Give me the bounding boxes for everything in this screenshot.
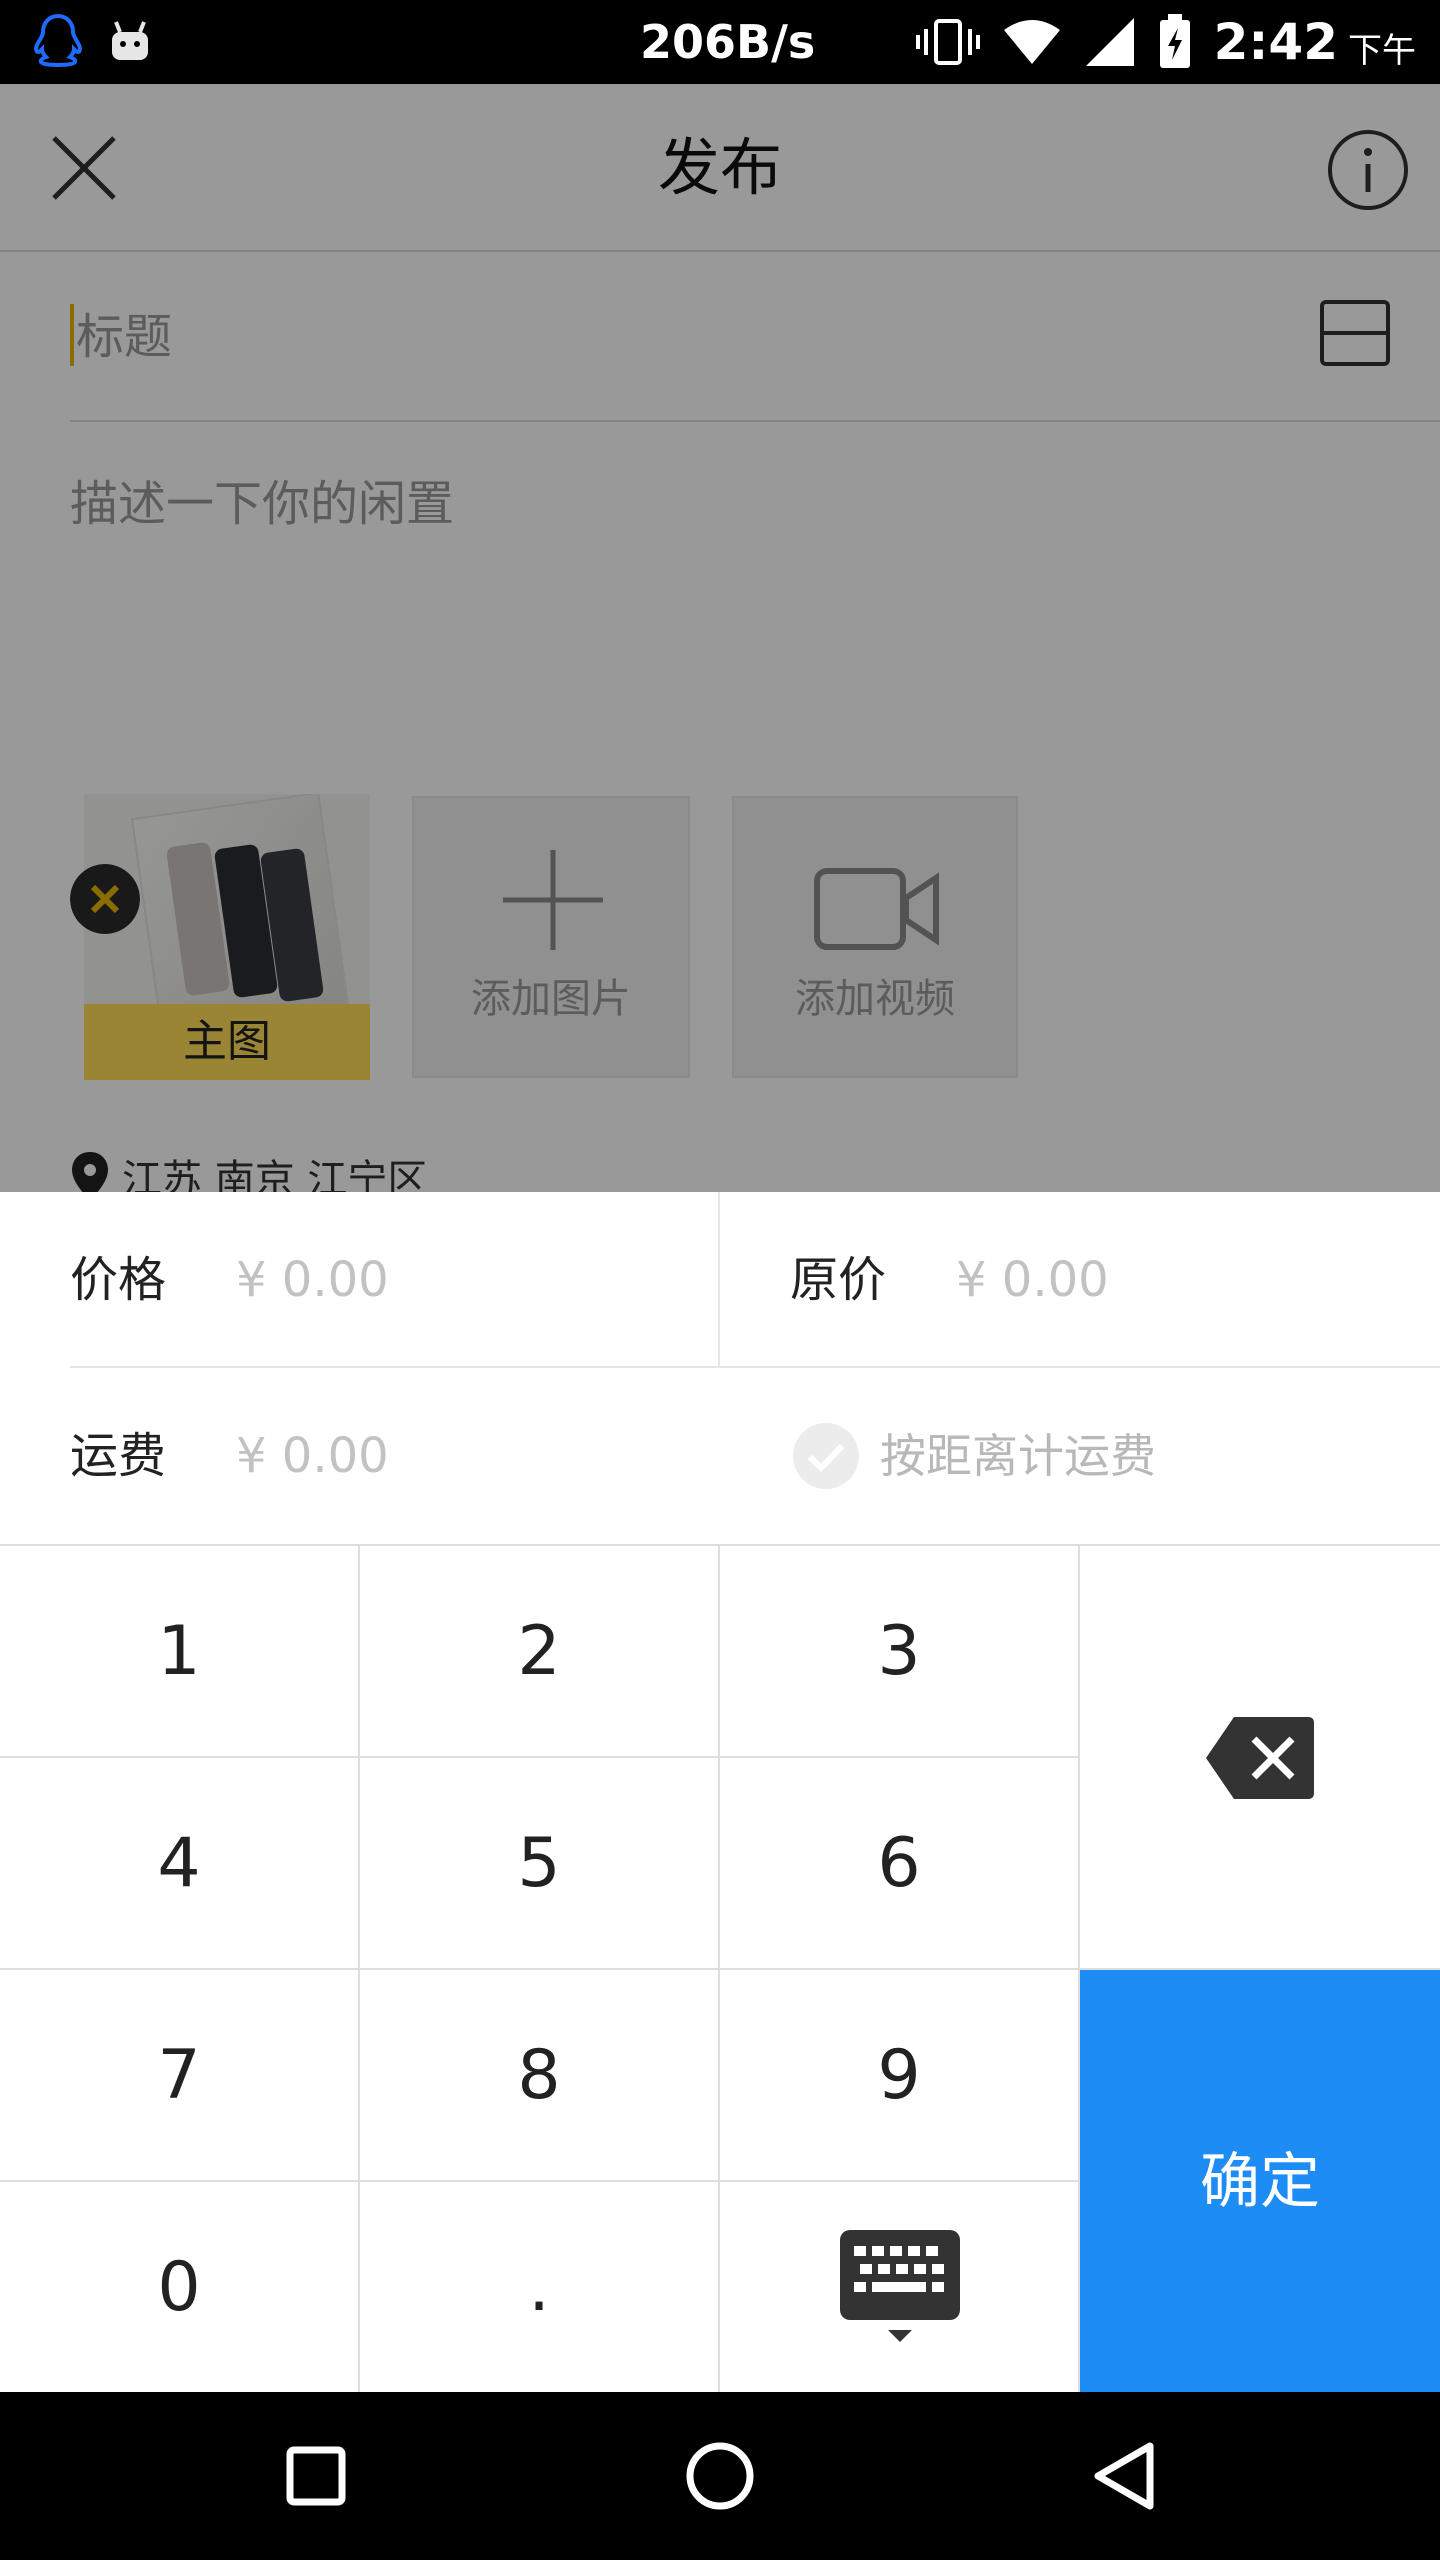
divider — [718, 1192, 720, 1368]
android-robot-icon — [112, 21, 148, 60]
key-6[interactable]: 6 — [720, 1758, 1080, 1970]
wifi-icon — [1003, 20, 1060, 64]
confirm-button[interactable]: 确定 — [1080, 1970, 1440, 2394]
price-label: 价格 — [70, 1252, 167, 1308]
numeric-keypad: 1 2 3 4 5 6 7 8 9 0 . 确定 — [0, 1544, 1440, 2394]
system-nav-bar — [0, 2392, 1440, 2560]
back-icon[interactable] — [1086, 2436, 1166, 2516]
vibrate-icon — [915, 19, 980, 65]
original-price-label: 原价 — [790, 1252, 887, 1308]
hide-keyboard-button[interactable] — [720, 2182, 1080, 2394]
clock-ampm: 下午 — [1348, 30, 1416, 71]
key-0[interactable]: 0 — [0, 2182, 360, 2394]
clock-time: 2:42 — [1213, 13, 1338, 71]
key-5[interactable]: 5 — [360, 1758, 720, 1970]
key-4[interactable]: 4 — [0, 1758, 360, 1970]
distance-shipping-checkbox[interactable] — [792, 1422, 860, 1490]
modal-overlay[interactable] — [0, 84, 1440, 1192]
backspace-button[interactable] — [1080, 1546, 1440, 1970]
battery-charging-icon — [1159, 14, 1190, 68]
key-8[interactable]: 8 — [360, 1970, 720, 2182]
price-sheet: 价格 ¥ 0.00 原价 ¥ 0.00 运费 ¥ 0.00 按距离计运费 1 2… — [0, 1192, 1440, 2394]
recent-apps-icon[interactable] — [276, 2436, 356, 2516]
key-7[interactable]: 7 — [0, 1970, 360, 2182]
signal-icon — [1085, 18, 1134, 66]
price-input[interactable]: ¥ 0.00 — [236, 1192, 389, 1368]
shipping-input[interactable]: ¥ 0.00 — [236, 1368, 389, 1544]
key-9[interactable]: 9 — [720, 1970, 1080, 2182]
shipping-label: 运费 — [70, 1428, 167, 1484]
distance-shipping-label[interactable]: 按距离计运费 — [880, 1368, 1156, 1544]
status-bar: 206B/s 2:42 下午 — [0, 0, 1440, 84]
price-row: 价格 ¥ 0.00 原价 ¥ 0.00 — [0, 1192, 1440, 1368]
shipping-row: 运费 ¥ 0.00 按距离计运费 — [0, 1368, 1440, 1544]
keyboard-hide-icon — [840, 2230, 960, 2342]
key-1[interactable]: 1 — [0, 1546, 360, 1758]
network-speed: 206B/s — [640, 15, 816, 69]
key-2[interactable]: 2 — [360, 1546, 720, 1758]
key-decimal[interactable]: . — [360, 2182, 720, 2394]
key-3[interactable]: 3 — [720, 1546, 1080, 1758]
backspace-icon — [1206, 1717, 1314, 1799]
original-price-input[interactable]: ¥ 0.00 — [956, 1192, 1109, 1368]
home-icon[interactable] — [680, 2436, 760, 2516]
qq-icon — [34, 13, 82, 68]
